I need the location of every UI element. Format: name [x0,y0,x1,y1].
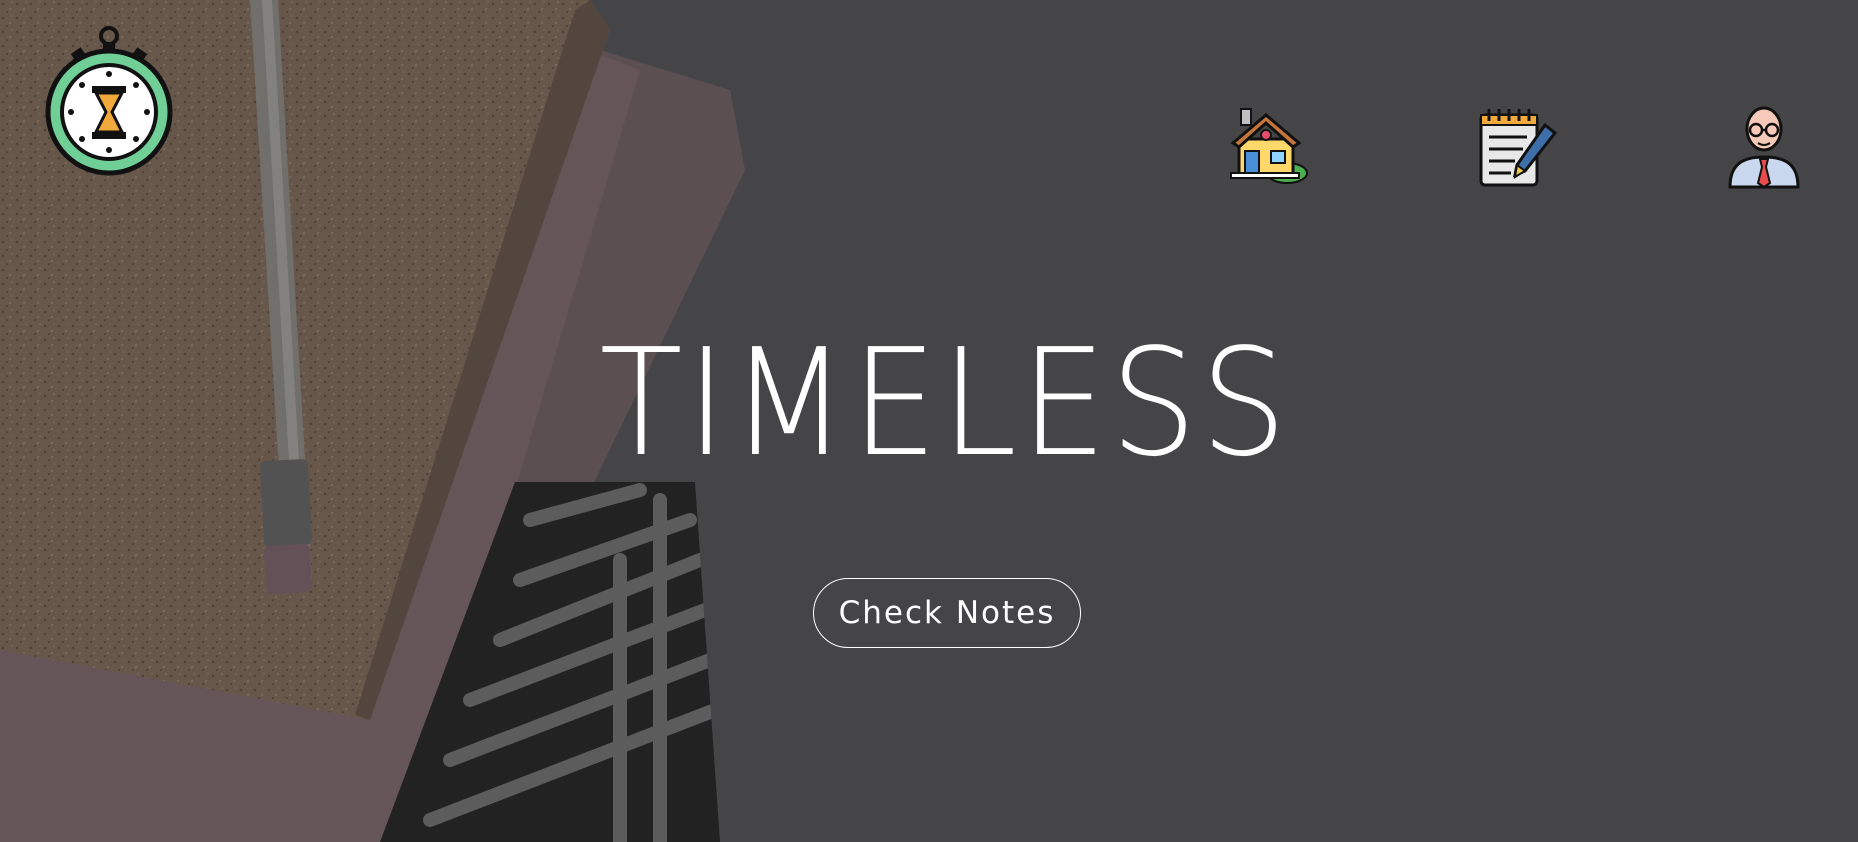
hero-title: TIMELESS [599,317,1291,489]
check-notes-button[interactable]: Check Notes [813,578,1081,648]
